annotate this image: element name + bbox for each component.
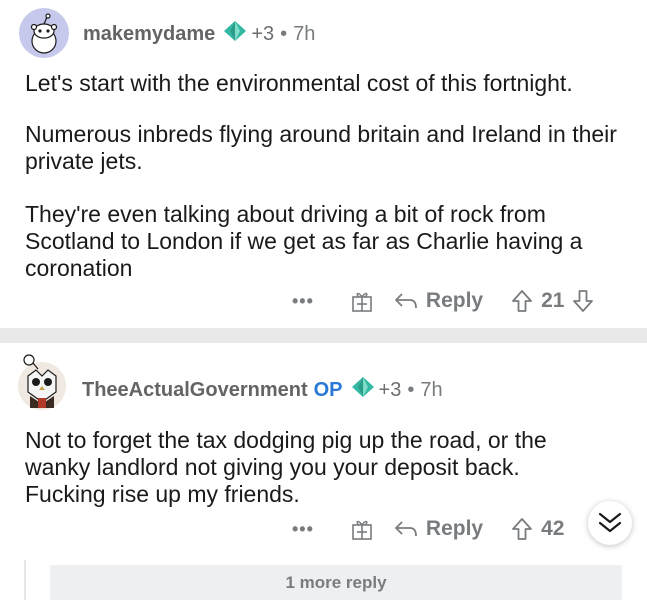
award-icon[interactable] xyxy=(223,20,247,48)
reply-button[interactable]: Reply xyxy=(394,289,483,313)
double-chevron-down-icon xyxy=(598,512,622,533)
comment-paragraph: Let's start with the environmental cost … xyxy=(25,70,573,96)
award-icon[interactable] xyxy=(351,376,375,404)
comment-paragraph: Not to forget the tax dodging pig up the… xyxy=(25,427,547,507)
comment-paragraph: Numerous inbreds flying around britain a… xyxy=(25,121,617,174)
reply-arrow-icon xyxy=(395,521,417,537)
upvote-button[interactable] xyxy=(511,517,533,541)
snoo-avatar-icon xyxy=(19,8,69,58)
more-options-button[interactable]: ••• xyxy=(292,519,314,540)
owl-avatar-icon xyxy=(18,354,66,410)
comment-actions: ••• Reply 21 xyxy=(292,289,594,313)
comment-paragraph: They're even talking about driving a bit… xyxy=(25,201,583,281)
timestamp: 7h xyxy=(293,22,316,45)
thread-line[interactable] xyxy=(24,560,26,600)
comment-body: Not to forget the tax dodging pig up the… xyxy=(25,427,595,508)
comment-meta: TheeActualGovernment OP +3 • 7h xyxy=(82,376,443,404)
comment-separator xyxy=(0,328,647,343)
gift-icon xyxy=(352,520,372,540)
username[interactable]: TheeActualGovernment xyxy=(82,379,308,402)
meta-separator: • xyxy=(407,378,415,401)
vote-count: 42 xyxy=(541,517,565,540)
timestamp: 7h xyxy=(420,378,443,401)
user-avatar[interactable] xyxy=(16,352,68,412)
downvote-button[interactable] xyxy=(572,289,594,313)
op-badge: OP xyxy=(313,378,343,401)
comment-1: makemydame +3 • 7h Let's start with the … xyxy=(0,0,647,328)
comment-body: Let's start with the environmental cost … xyxy=(25,70,625,97)
award-gift-button[interactable] xyxy=(350,517,374,541)
vote-count: 21 xyxy=(541,289,565,312)
upvote-button[interactable] xyxy=(511,289,533,313)
reply-label: Reply xyxy=(425,517,484,540)
comment-body: They're even talking about driving a bit… xyxy=(25,201,625,282)
upvote-arrow-icon xyxy=(512,518,532,540)
gift-icon xyxy=(352,292,372,312)
awards-count: +3 xyxy=(251,22,275,45)
more-replies-button[interactable]: 1 more reply xyxy=(50,565,622,600)
collapse-thread-button[interactable] xyxy=(588,501,632,545)
reply-label: Reply xyxy=(425,289,484,312)
snoo-avatar[interactable] xyxy=(19,8,69,58)
comment-actions: ••• Reply 42 xyxy=(292,517,572,541)
meta-separator: • xyxy=(280,22,288,45)
comment-body: Numerous inbreds flying around britain a… xyxy=(25,121,625,175)
comment-meta: makemydame +3 • 7h xyxy=(83,20,315,48)
username[interactable]: makemydame xyxy=(83,23,215,46)
upvote-arrow-icon xyxy=(512,290,532,312)
reply-button[interactable]: Reply xyxy=(394,517,483,541)
awards-count: +3 xyxy=(378,378,402,401)
downvote-arrow-icon xyxy=(573,290,594,312)
more-options-button[interactable]: ••• xyxy=(292,291,314,312)
reply-arrow-icon xyxy=(395,293,417,309)
award-gift-button[interactable] xyxy=(350,289,374,313)
